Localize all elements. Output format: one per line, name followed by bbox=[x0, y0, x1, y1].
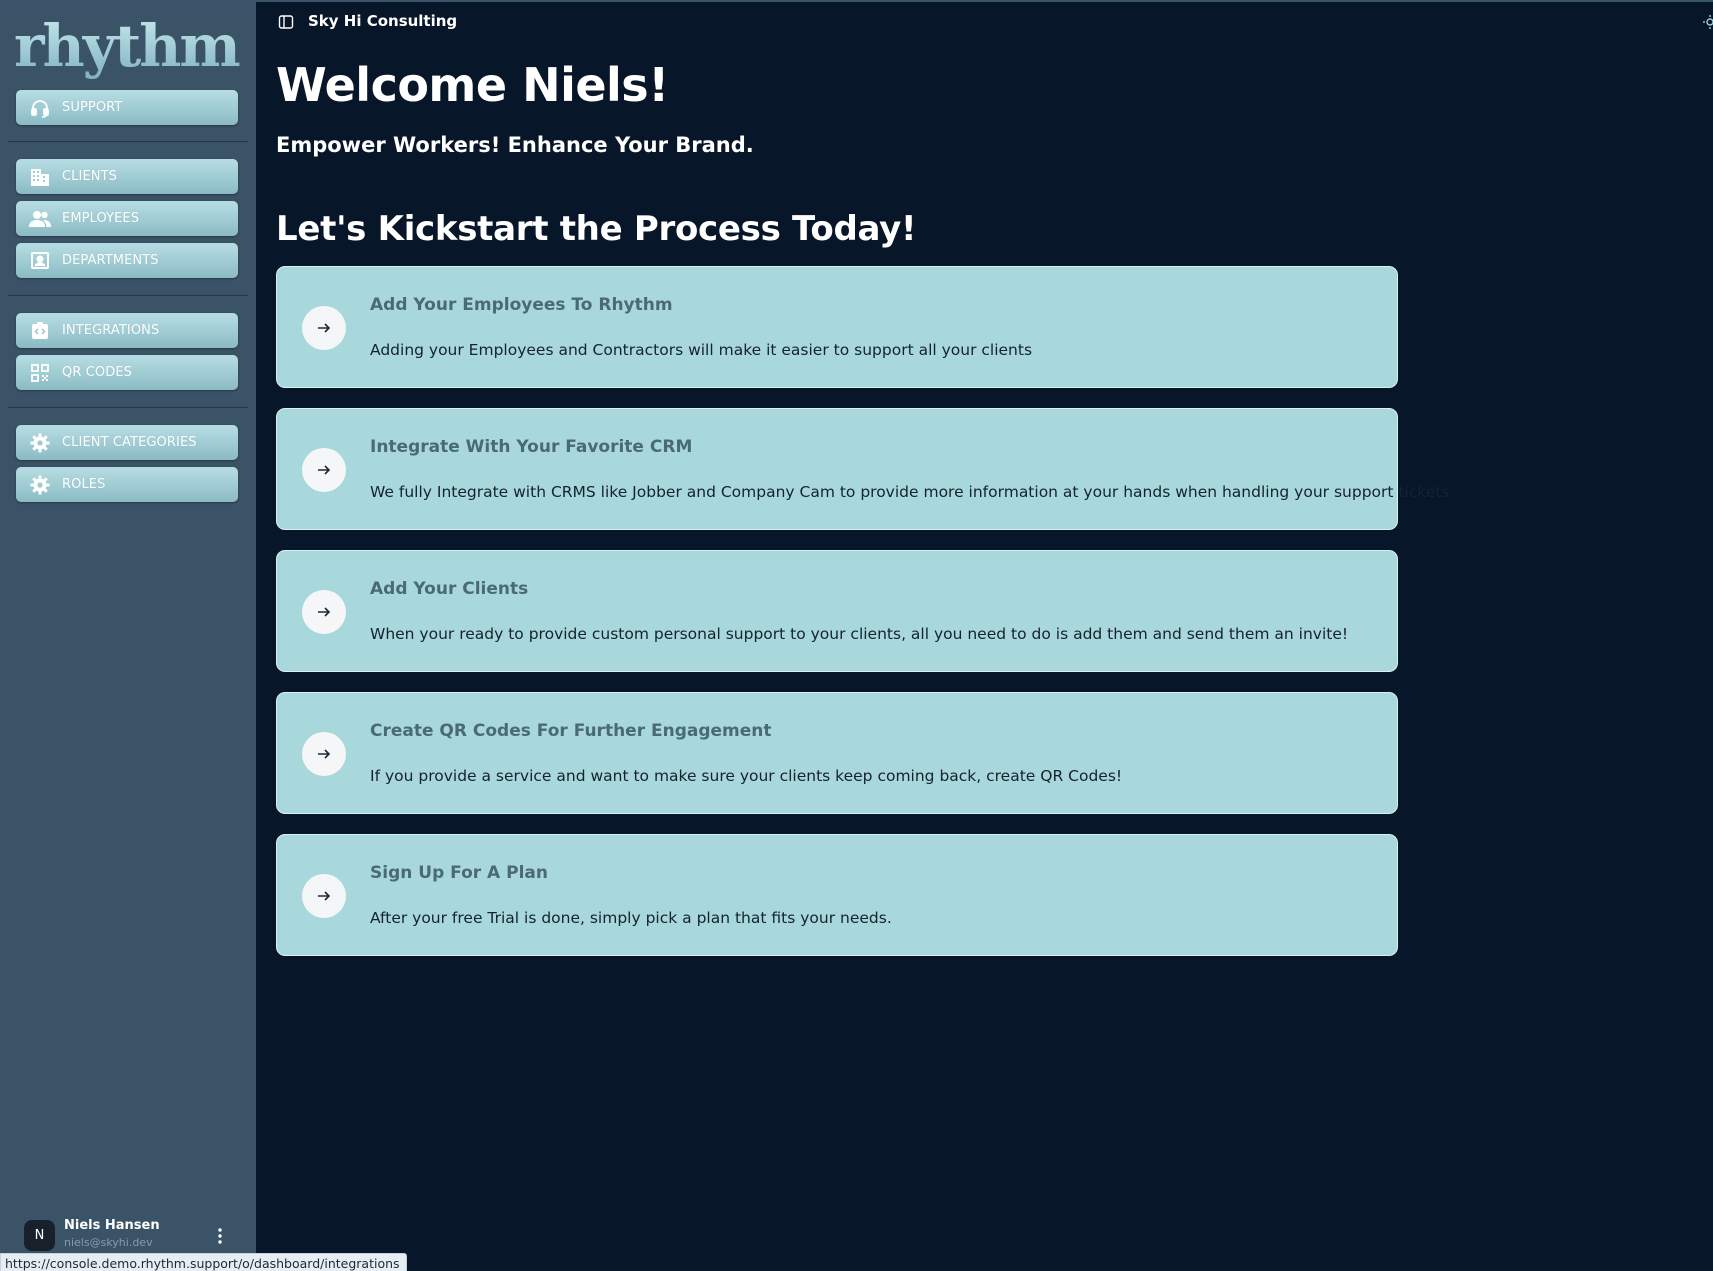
card-title: Sign Up For A Plan bbox=[370, 863, 548, 883]
user-email: niels@skyhi.dev bbox=[64, 1236, 153, 1249]
card-title: Add Your Employees To Rhythm bbox=[370, 295, 673, 315]
app-window: rhythm SUPPORT CLIENTS EMPLOYEES DEPARTM… bbox=[0, 0, 1713, 1271]
gear-icon bbox=[29, 474, 51, 496]
page-subtitle: Empower Workers! Enhance Your Brand. bbox=[276, 133, 754, 157]
sidebar-divider bbox=[8, 407, 248, 408]
nav-departments-button[interactable]: DEPARTMENTS bbox=[16, 243, 238, 278]
rhythm-logo[interactable]: rhythm bbox=[12, 4, 244, 84]
nav-qr-codes-label: QR CODES bbox=[62, 365, 132, 380]
nav-clients-label: CLIENTS bbox=[62, 169, 117, 184]
nav-client-categories-label: CLIENT CATEGORIES bbox=[62, 435, 197, 450]
link-preview-url: https://console.demo.rhythm.support/o/da… bbox=[0, 1253, 407, 1271]
arrow-right-icon[interactable] bbox=[302, 306, 346, 350]
sidebar-divider bbox=[8, 295, 248, 296]
card-title: Integrate With Your Favorite CRM bbox=[370, 437, 693, 457]
onboarding-card-integrate-crm[interactable]: Integrate With Your Favorite CRM We full… bbox=[276, 408, 1449, 530]
building-icon bbox=[29, 166, 51, 188]
people-icon bbox=[29, 208, 51, 230]
qr-code-icon bbox=[29, 362, 51, 384]
organization-title: Sky Hi Consulting bbox=[308, 12, 458, 30]
sidebar-toggle-icon[interactable] bbox=[278, 14, 294, 30]
user-profile[interactable]: N Niels Hansen niels@skyhi.dev bbox=[0, 1216, 256, 1256]
card-description: After your free Trial is done, simply pi… bbox=[370, 909, 892, 927]
theme-toggle-icon[interactable] bbox=[1702, 14, 1713, 30]
nav-roles-button[interactable]: ROLES bbox=[16, 467, 238, 502]
onboarding-card-qr-codes[interactable]: Create QR Codes For Further Engagement I… bbox=[276, 692, 1398, 814]
headset-icon bbox=[29, 97, 51, 119]
nav-clients-button[interactable]: CLIENTS bbox=[16, 159, 238, 194]
arrow-right-icon[interactable] bbox=[302, 448, 346, 492]
sidebar: rhythm SUPPORT CLIENTS EMPLOYEES DEPARTM… bbox=[0, 2, 256, 1271]
nav-support-button[interactable]: SUPPORT bbox=[16, 90, 238, 125]
contact-card-icon bbox=[29, 250, 51, 272]
nav-integrations-label: INTEGRATIONS bbox=[62, 323, 160, 338]
arrow-right-icon[interactable] bbox=[302, 732, 346, 776]
card-description: Adding your Employees and Contractors wi… bbox=[370, 341, 1033, 359]
nav-support-label: SUPPORT bbox=[62, 100, 123, 115]
nav-roles-label: ROLES bbox=[62, 477, 106, 492]
integration-icon bbox=[29, 320, 51, 342]
nav-client-categories-button[interactable]: CLIENT CATEGORIES bbox=[16, 425, 238, 460]
more-vertical-icon[interactable] bbox=[210, 1224, 230, 1248]
card-description: If you provide a service and want to mak… bbox=[370, 767, 1123, 785]
logo-text: rhythm bbox=[14, 12, 240, 80]
avatar: N bbox=[24, 1220, 55, 1251]
page-title: Welcome Niels! bbox=[276, 58, 669, 112]
nav-departments-label: DEPARTMENTS bbox=[62, 253, 159, 268]
nav-integrations-button[interactable]: INTEGRATIONS bbox=[16, 313, 238, 348]
onboarding-card-add-employees[interactable]: Add Your Employees To Rhythm Adding your… bbox=[276, 266, 1398, 388]
arrow-right-icon[interactable] bbox=[302, 590, 346, 634]
user-name: Niels Hansen bbox=[64, 1218, 160, 1233]
onboarding-card-add-clients[interactable]: Add Your Clients When your ready to prov… bbox=[276, 550, 1398, 672]
card-description: We fully Integrate with CRMS like Jobber… bbox=[370, 483, 1450, 501]
nav-employees-label: EMPLOYEES bbox=[62, 211, 140, 226]
gear-icon bbox=[29, 432, 51, 454]
card-description: When your ready to provide custom person… bbox=[370, 625, 1349, 643]
card-title: Add Your Clients bbox=[370, 579, 529, 599]
nav-employees-button[interactable]: EMPLOYEES bbox=[16, 201, 238, 236]
nav-qr-codes-button[interactable]: QR CODES bbox=[16, 355, 238, 390]
sidebar-divider bbox=[8, 141, 248, 142]
onboarding-card-sign-up-plan[interactable]: Sign Up For A Plan After your free Trial… bbox=[276, 834, 1398, 956]
card-title: Create QR Codes For Further Engagement bbox=[370, 721, 772, 741]
arrow-right-icon[interactable] bbox=[302, 874, 346, 918]
section-heading: Let's Kickstart the Process Today! bbox=[276, 209, 917, 249]
